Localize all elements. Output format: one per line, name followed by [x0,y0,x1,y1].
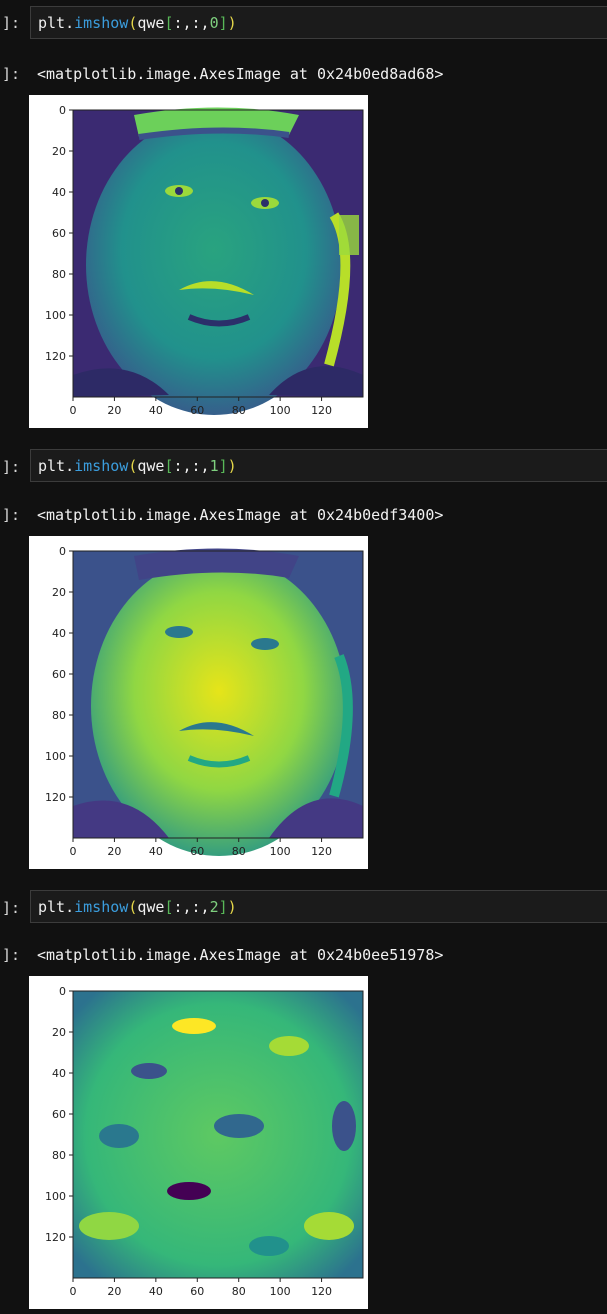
y-ticks: 0 20 40 60 80 100 120 [45,985,73,1244]
x-tick-label: 60 [190,845,204,858]
output-text: <matplotlib.image.AxesImage at 0x24b0ed8… [37,65,444,83]
output-prompt: ]: [2,65,21,83]
y-tick-label: 40 [52,186,66,199]
output-prompt: ]: [2,946,21,964]
y-tick-label: 100 [45,750,66,763]
output-prompt: ]: [2,506,21,524]
plot: 0 20 40 60 80 100 120 0 20 40 60 80 100 120 [45,985,364,1298]
y-tick-label: 0 [59,545,66,558]
x-tick-label: 80 [232,845,246,858]
y-tick-label: 80 [52,268,66,281]
y-tick-label: 40 [52,627,66,640]
x-tick-label: 120 [311,404,332,417]
x-tick-label: 60 [190,1285,204,1298]
input-prompt: ]: [2,899,21,917]
output-figure: 0 20 40 60 80 100 120 0 20 40 60 80 100 120 [29,976,368,1309]
y-tick-label: 60 [52,1108,66,1121]
image-face-channel-0 [73,107,363,415]
y-tick-label: 20 [52,1026,66,1039]
y-tick-label: 60 [52,227,66,240]
y-tick-label: 120 [45,350,66,363]
x-tick-label: 0 [70,404,77,417]
y-tick-label: 100 [45,1190,66,1203]
plot: 0 20 40 60 80 100 120 0 20 40 60 80 100 120 [45,104,364,417]
x-tick-label: 40 [149,404,163,417]
x-tick-label: 0 [70,1285,77,1298]
y-tick-label: 80 [52,709,66,722]
y-tick-label: 40 [52,1067,66,1080]
y-ticks: 0 20 40 60 80 100 120 [45,104,73,363]
y-tick-label: 80 [52,1149,66,1162]
x-tick-label: 80 [232,404,246,417]
output-text: <matplotlib.image.AxesImage at 0x24b0ee5… [37,946,444,964]
output-figure: 0 20 40 60 80 100 120 0 20 40 60 80 100 120 [29,536,368,869]
code-editor[interactable]: plt.imshow(qwe[:,:,2]) [30,890,607,923]
x-tick-label: 120 [311,1285,332,1298]
y-tick-label: 100 [45,309,66,322]
x-tick-label: 20 [107,404,121,417]
x-tick-label: 20 [107,845,121,858]
image-face-channel-2 [73,991,363,1278]
y-tick-label: 20 [52,145,66,158]
x-tick-label: 40 [149,1285,163,1298]
image-face-channel-1 [73,548,363,856]
plot: 0 20 40 60 80 100 120 0 20 40 60 80 100 120 [45,545,364,858]
x-tick-label: 100 [270,1285,291,1298]
y-tick-label: 20 [52,586,66,599]
x-tick-label: 40 [149,845,163,858]
y-ticks: 0 20 40 60 80 100 120 [45,545,73,804]
y-tick-label: 0 [59,985,66,998]
code-editor[interactable]: plt.imshow(qwe[:,:,0]) [30,6,607,39]
output-text: <matplotlib.image.AxesImage at 0x24b0edf… [37,506,444,524]
code-editor[interactable]: plt.imshow(qwe[:,:,1]) [30,449,607,482]
y-tick-label: 60 [52,668,66,681]
x-tick-label: 20 [107,1285,121,1298]
y-tick-label: 120 [45,791,66,804]
x-ticks: 0 20 40 60 80 100 120 [70,1278,332,1298]
input-prompt: ]: [2,14,21,32]
y-tick-label: 0 [59,104,66,117]
input-prompt: ]: [2,458,21,476]
x-tick-label: 120 [311,845,332,858]
x-tick-label: 100 [270,845,291,858]
x-tick-label: 80 [232,1285,246,1298]
output-figure: 0 20 40 60 80 100 120 0 20 40 60 80 100 120 [29,95,368,428]
x-tick-label: 100 [270,404,291,417]
y-tick-label: 120 [45,1231,66,1244]
x-tick-label: 60 [190,404,204,417]
x-tick-label: 0 [70,845,77,858]
